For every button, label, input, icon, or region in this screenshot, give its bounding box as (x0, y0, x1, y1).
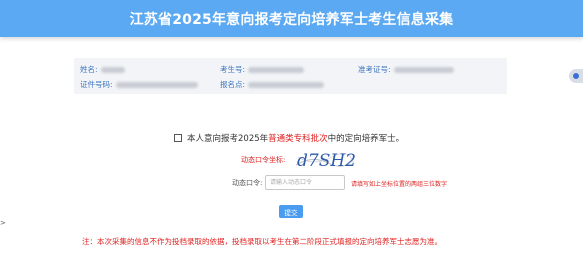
confirm-checkbox[interactable] (174, 134, 182, 142)
confirm-text-suffix: 中的定向培养军士。 (327, 134, 405, 144)
id-no-value-redacted (115, 81, 198, 88)
captcha-label: 动态口令坐标: (241, 156, 286, 164)
ticket-no-value-redacted (393, 66, 454, 73)
site-label: 报名点: (220, 80, 246, 89)
confirm-text-prefix: 本人意向报考2025年 (187, 134, 269, 144)
exam-no-label: 考生号: (220, 65, 246, 74)
exam-no-value-redacted (248, 66, 305, 73)
submit-button[interactable]: 提交 (279, 205, 303, 218)
ticket-no-label: 准考证号: (358, 65, 391, 74)
exam-no-field: 考生号: (220, 64, 305, 75)
page-title: 江苏省2025年意向报考定向培养军士考生信息采集 (129, 11, 454, 28)
id-no-label: 证件号码: (80, 80, 113, 89)
candidate-info-panel: 姓名: 考生号: 准考证号: 证件号码: 报名点: (74, 58, 507, 94)
ticket-no-field: 准考证号: (358, 64, 454, 75)
captcha-text: d7SH2 (297, 151, 356, 171)
code-input[interactable] (265, 175, 345, 190)
page-header: 江苏省2025年意向报考定向培养军士考生信息采集 (0, 0, 583, 37)
name-field: 姓名: (80, 64, 125, 75)
confirm-row[interactable]: 本人意向报考2025年 普通类专科批次 中的定向培养军士。 (174, 131, 404, 145)
batch-link[interactable]: 普通类专科批次 (268, 132, 328, 144)
site-value-redacted (248, 81, 325, 88)
side-float-button[interactable] (569, 69, 583, 83)
chevron-right-icon[interactable]: > (0, 219, 6, 227)
name-label: 姓名: (80, 65, 98, 74)
code-label: 动态口令: (232, 179, 263, 187)
site-field: 报名点: (220, 79, 325, 90)
captcha-image[interactable]: d7SH2 (294, 149, 356, 171)
notice-text: 注：本次采集的信息不作为投档录取的依据，投档录取以考生在第二阶段正式填报的定向培… (82, 237, 442, 246)
name-value-redacted (100, 66, 125, 73)
id-no-field: 证件号码: (80, 79, 198, 90)
chat-bubble-icon (573, 73, 579, 79)
code-hint: 请填写如上坐标位置的两组三位数字 (351, 181, 448, 188)
